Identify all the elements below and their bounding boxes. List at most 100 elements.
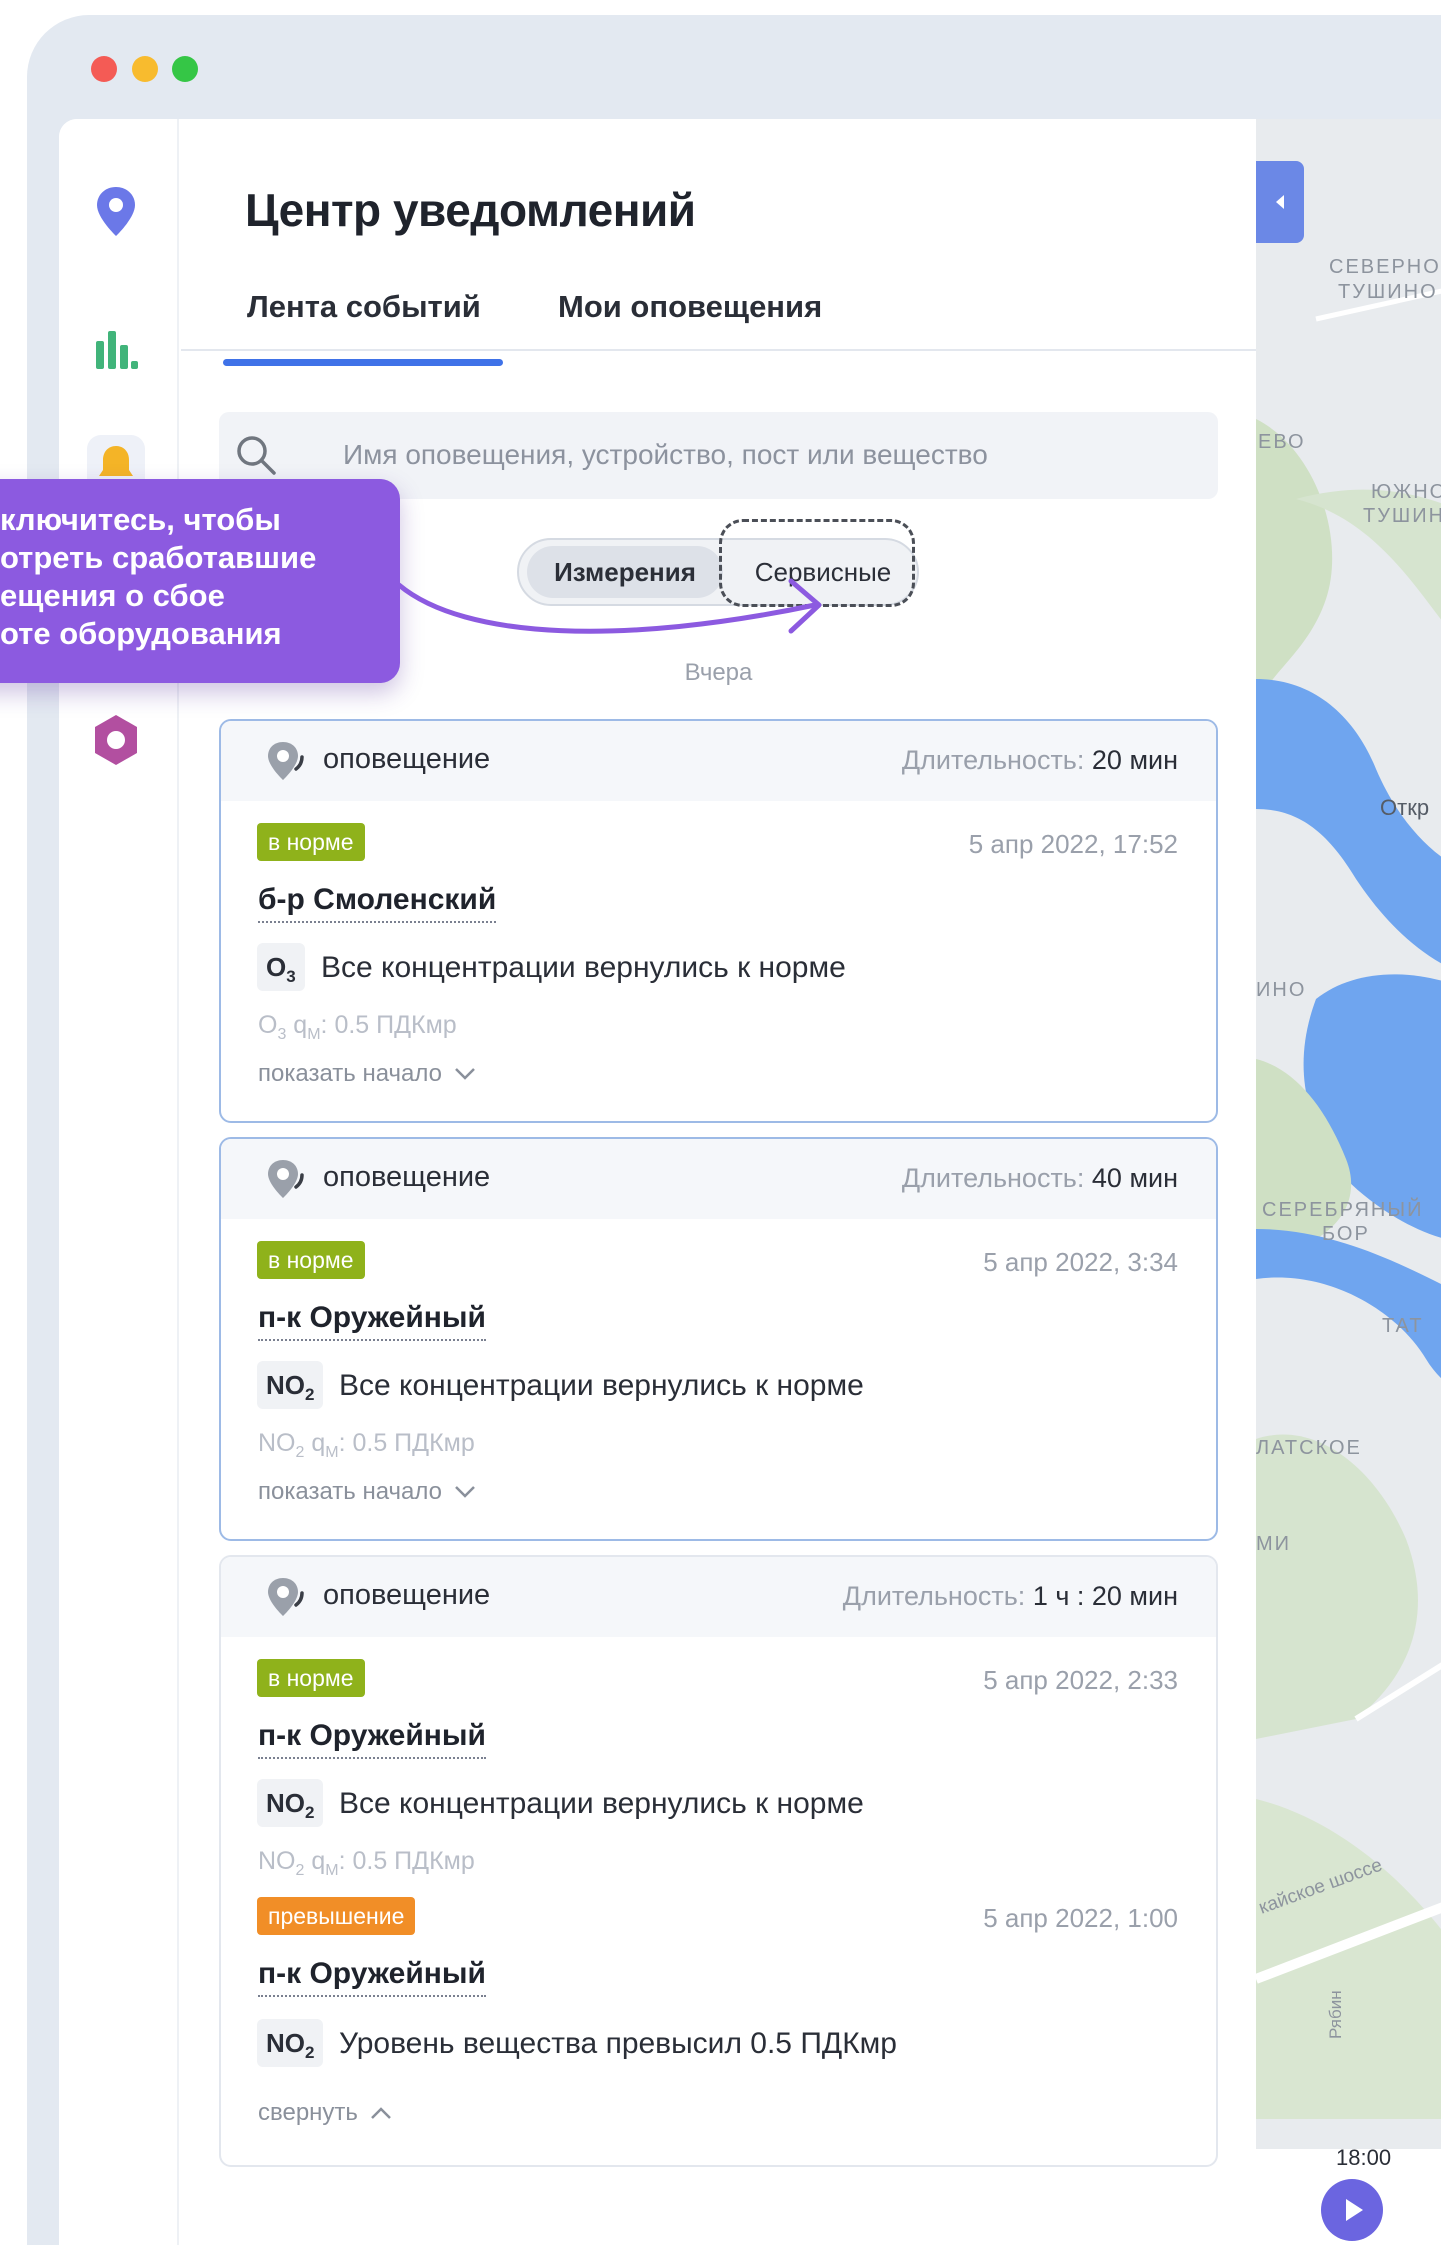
play-button[interactable] [1321, 2179, 1383, 2241]
hexagon-icon [95, 715, 137, 765]
duration-label: Длительность: [901, 745, 1085, 775]
map-label: ТАТ [1382, 1315, 1424, 1337]
sidebar [59, 119, 179, 2245]
tab-bar: Лента событий Мои оповещения [181, 289, 1256, 351]
substance-chip: NO2 [257, 2019, 324, 2067]
event-item: в норме 5 апр 2022, 2:33 п-к Оружейный N… [221, 1637, 1216, 1879]
card-type: оповещение [323, 743, 491, 775]
map-label: Рябин [1326, 1990, 1345, 2039]
play-icon [1346, 2199, 1363, 2221]
tab-my-alerts[interactable]: Мои оповещения [558, 289, 822, 325]
duration-value: 1 ч : 20 мин [1032, 1581, 1178, 1611]
substance-formula: NO [266, 1370, 305, 1400]
card-type: оповещение [323, 1161, 491, 1193]
substance-subscript: 2 [305, 2043, 315, 2063]
show-start-toggle[interactable]: показать начало [258, 1060, 476, 1088]
map-label: ИНО [1256, 979, 1307, 1001]
close-window-button[interactable] [91, 56, 117, 82]
alert-card[interactable]: оповещение Длительность: 20 мин в норме … [219, 719, 1218, 1123]
app-body: Центр уведомлений Лента событий Мои опов… [59, 119, 1441, 2245]
alert-card[interactable]: оповещение Длительность: 40 мин в норме … [219, 1137, 1218, 1541]
event-time: 5 апр 2022, 17:52 [968, 829, 1178, 859]
duration: Длительность: 1 ч : 20 мин [843, 1581, 1178, 1612]
concentration-meta: NO2 qM: 0.5 ПДКмр [258, 1847, 475, 1879]
search-icon [237, 436, 276, 475]
event-time: 5 апр 2022, 2:33 [983, 1665, 1178, 1695]
map-pin-icon [97, 187, 135, 236]
status-badge: в норме [257, 823, 365, 861]
card-header: оповещение Длительность: 40 мин [221, 1139, 1216, 1219]
minimize-window-button[interactable] [132, 56, 158, 82]
alert-pin-icon [268, 1160, 304, 1198]
screenshot-stage: Центр уведомлений Лента событий Мои опов… [0, 0, 1441, 2245]
event-time: 5 апр 2022, 3:34 [983, 1247, 1178, 1277]
toggle-label: показать начало [258, 1060, 442, 1087]
event-item: в норме 5 апр 2022, 17:52 б-р Смоленский… [221, 801, 1216, 1043]
toggle-label: показать начало [258, 1478, 442, 1505]
chevron-down-icon [454, 1478, 476, 1506]
alert-card[interactable]: оповещение Длительность: 1 ч : 20 мин в … [219, 1555, 1218, 2167]
status-badge: в норме [257, 1659, 365, 1697]
tooltip-text: ключитесь, чтобы отреть сработавшие ещен… [0, 502, 317, 651]
substance-chip: O3 [257, 943, 305, 991]
event-message: Все концентрации вернулись к норме [339, 1369, 864, 1402]
post-link[interactable]: б-р Смоленский [258, 883, 497, 923]
substance-subscript: 3 [286, 967, 296, 987]
map-label: МИ [1256, 1533, 1292, 1555]
substance-subscript: 2 [305, 1803, 315, 1823]
chevron-left-icon [1276, 195, 1284, 209]
search-input[interactable]: Имя оповещения, устройство, пост или вещ… [343, 439, 988, 471]
active-tab-indicator [223, 359, 503, 366]
collapse-toggle[interactable]: свернуть [258, 2099, 392, 2127]
sidebar-item-map[interactable] [87, 183, 145, 241]
bar-chart-icon [96, 331, 138, 369]
toggle-label: свернуть [258, 2099, 358, 2126]
map-label: СЕВЕРНО [1329, 256, 1441, 278]
duration-label: Длительность: [842, 1581, 1026, 1611]
substance-formula: O [266, 952, 287, 982]
concentration-meta: NO2 qM: 0.5 ПДКмр [258, 1429, 475, 1461]
status-badge: превышение [257, 1897, 416, 1935]
event-message: Все концентрации вернулись к норме [321, 951, 846, 984]
map-label: ТУШИН [1363, 505, 1441, 527]
sidebar-item-stats[interactable] [87, 321, 145, 379]
chevron-down-icon [454, 1060, 476, 1088]
map-view[interactable]: СЕВЕРНО ТУШИНО ЕВО ЮЖНО ТУШИН Откр ИНО С… [1256, 119, 1441, 2245]
alert-pin-icon [268, 1578, 304, 1616]
notifications-panel: Центр уведомлений Лента событий Мои опов… [181, 119, 1256, 2245]
page-title: Центр уведомлений [245, 184, 696, 236]
substance-formula: NO [266, 1788, 305, 1818]
alert-pin-icon [268, 742, 304, 780]
card-header: оповещение Длительность: 1 ч : 20 мин [221, 1557, 1216, 1637]
show-start-toggle[interactable]: показать начало [258, 1478, 476, 1506]
event-item: превышение 5 апр 2022, 1:00 п-к Оружейны… [221, 1877, 1216, 2077]
post-link[interactable]: п-к Оружейный [258, 1301, 486, 1341]
map-label: ЕВО [1258, 431, 1306, 453]
timeline-time: 18:00 [1336, 2145, 1392, 2170]
card-header: оповещение Длительность: 20 мин [221, 721, 1216, 801]
post-link[interactable]: п-к Оружейный [258, 1719, 486, 1759]
substance-chip: NO2 [257, 1361, 324, 1409]
onboarding-tooltip: ключитесь, чтобы отреть сработавшие ещен… [0, 479, 400, 683]
event-item: в норме 5 апр 2022, 3:34 п-к Оружейный N… [221, 1219, 1216, 1461]
map-label: ЛАТСКОЕ [1256, 1437, 1362, 1459]
tooltip-arrow [396, 578, 822, 634]
chevron-up-icon [370, 2099, 392, 2127]
status-badge: в норме [257, 1241, 365, 1279]
post-link[interactable]: п-к Оружейный [258, 1957, 486, 1997]
substance-chip: NO2 [257, 1779, 324, 1827]
zoom-window-button[interactable] [172, 56, 198, 82]
sidebar-item-devices[interactable] [87, 711, 145, 769]
substance-subscript: 2 [305, 1385, 315, 1405]
map-label: СЕРЕБРЯНЫЙ [1262, 1199, 1424, 1221]
tab-event-feed[interactable]: Лента событий [247, 289, 481, 325]
duration-value: 20 мин [1091, 745, 1178, 775]
duration: Длительность: 40 мин [902, 1163, 1178, 1194]
concentration-meta: O3 qM: 0.5 ПДКмр [258, 1011, 457, 1043]
map-label: Откр [1380, 795, 1430, 820]
duration: Длительность: 20 мин [902, 745, 1178, 776]
event-message: Все концентрации вернулись к норме [339, 1787, 864, 1820]
card-type: оповещение [323, 1579, 491, 1611]
event-time: 5 апр 2022, 1:00 [983, 1903, 1178, 1933]
map-collapse-button[interactable] [1256, 161, 1304, 243]
